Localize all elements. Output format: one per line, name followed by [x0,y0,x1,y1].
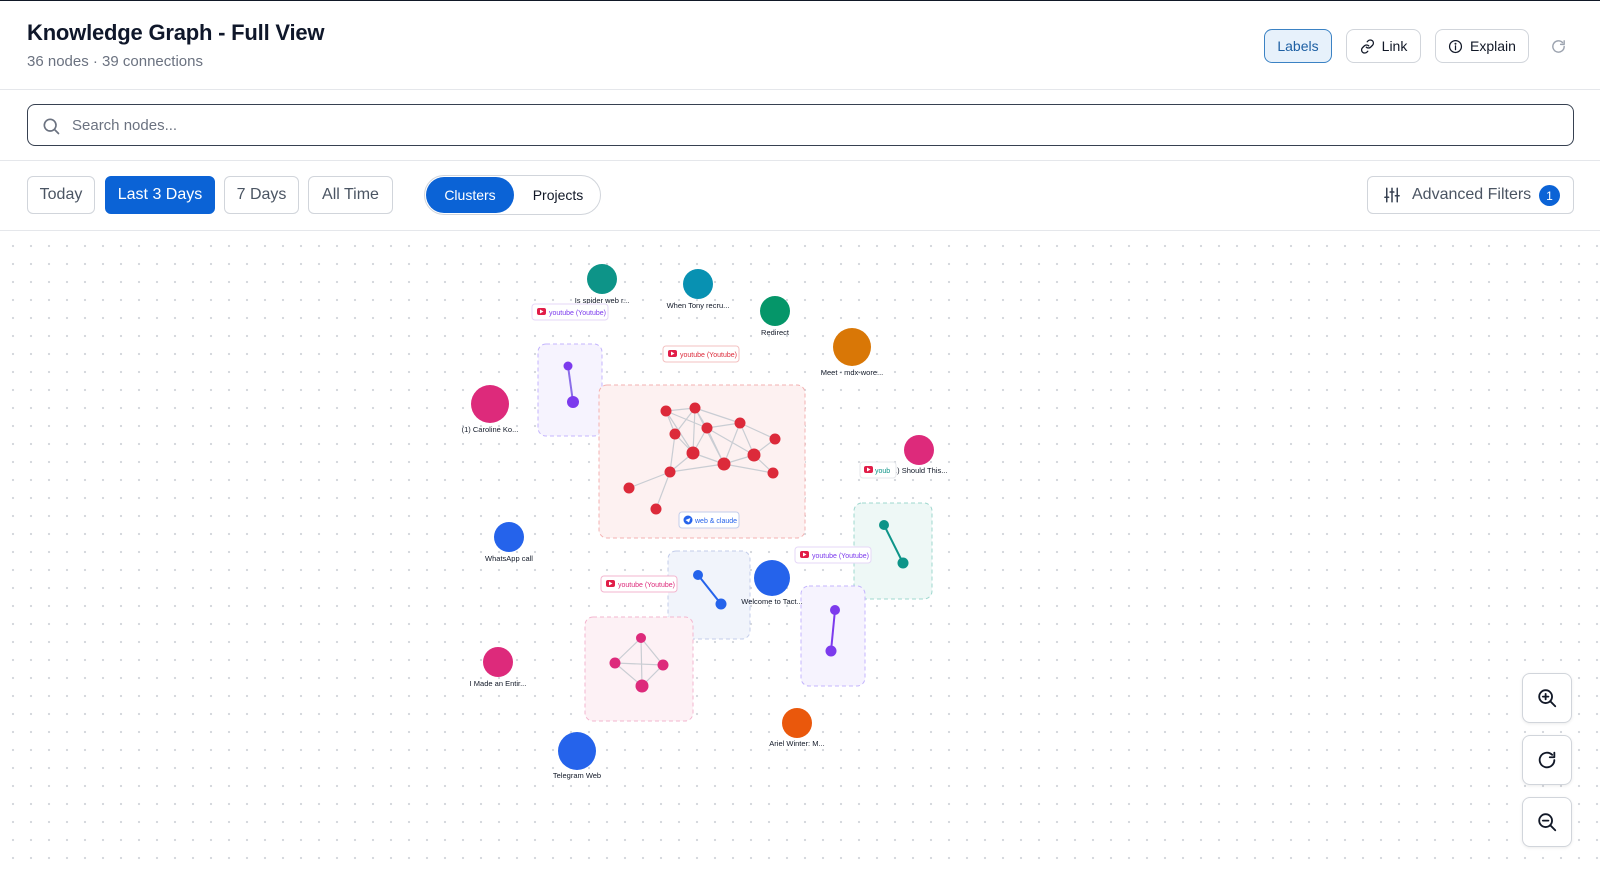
node-telegram-web[interactable] [558,732,596,770]
node-red-3[interactable] [734,417,746,429]
node-label-redirect: Redirect [761,328,790,337]
node-purple-3[interactable] [830,605,840,615]
refresh-button[interactable] [1546,34,1570,58]
advanced-filters-button[interactable]: Advanced Filters 1 [1367,176,1574,214]
cluster-tag-web-claude[interactable]: web & claude [678,511,740,529]
explain-button[interactable]: Explain [1435,29,1529,63]
link-button[interactable]: Link [1346,29,1421,63]
search-icon [43,118,60,135]
node-red-13[interactable] [650,503,662,515]
node-blue-2[interactable] [715,598,727,610]
labels-button-label: Labels [1277,38,1319,54]
zoom-in-icon [1538,689,1557,708]
reset-icon [1538,751,1556,769]
node-label-should-this: (1) Should This... [891,466,948,475]
node-label-ariel-winter: Ariel Winter: M... [769,739,824,748]
header: Knowledge Graph - Full View 36 nodes · 3… [0,1,1600,90]
node-spider-web[interactable] [587,264,617,294]
graph-stats: 36 nodes · 39 connections [27,53,203,70]
search-input[interactable] [72,111,1552,139]
cluster-tag-label: youtube (Youtube) [549,310,606,317]
node-label-tony: When Tony recru... [667,301,730,310]
node-pink-4[interactable] [635,679,649,693]
time-filter-last-3-days[interactable]: Last 3 Days [105,176,215,214]
cluster-tag-label: web & claude [694,518,737,525]
node-tony[interactable] [683,269,713,299]
view-mode-toggle: Clusters Projects [424,175,601,215]
node-meet[interactable] [833,328,871,366]
node-red-5[interactable] [669,428,681,440]
cluster-tag-youtube-top[interactable]: youtube (Youtube) [531,303,609,321]
node-red-10[interactable] [664,466,676,478]
labels-toggle-button[interactable]: Labels [1264,29,1332,63]
node-redirect[interactable] [760,296,790,326]
node-welcome-tact[interactable] [754,560,790,596]
cluster-tag-youtube-purple[interactable]: youtube (Youtube) [794,546,872,564]
node-red-8[interactable] [747,448,761,462]
search-box [27,104,1574,146]
filter-bar: Today Last 3 Days 7 Days All Time Cluste… [0,161,1600,231]
view-projects-button[interactable]: Projects [519,177,597,213]
node-red-4[interactable] [701,422,713,434]
node-purple-1[interactable] [563,361,573,371]
cluster-tag-label: youtube (Youtube) [618,582,675,589]
link-icon [1360,38,1374,54]
search-bar [0,90,1600,161]
info-icon [1448,39,1463,53]
node-red-1[interactable] [660,405,672,417]
node-label-made-entire: I Made an Entir... [470,679,527,688]
node-red-12[interactable] [623,482,635,494]
zoom-out-button[interactable] [1522,797,1572,847]
explain-button-label: Explain [1470,38,1516,54]
node-label-telegram-web: Telegram Web [553,771,601,780]
cluster-tag-label: youtube (Youtube) [680,352,737,359]
node-pink-2[interactable] [609,657,621,669]
node-purple-2[interactable] [567,396,579,408]
cluster-box-purple-top [537,343,603,437]
node-label-whatsapp: WhatsApp call [485,554,533,563]
advanced-filters-label: Advanced Filters [1412,186,1532,203]
knowledge-graph[interactable]: Is spider web r... When Tony recru... Re… [0,231,1600,874]
node-red-2[interactable] [689,402,701,414]
cluster-tag-youtube-red[interactable]: youtube (Youtube) [662,345,740,363]
node-teal-2[interactable] [897,557,909,569]
view-clusters-button[interactable]: Clusters [426,177,514,213]
node-purple-4[interactable] [825,645,837,657]
node-label-welcome-tact: Welcome to Tact... [741,597,802,606]
node-pink-3[interactable] [657,659,669,671]
node-label-meet: Meet - mdx-wore... [821,368,884,377]
reset-view-button[interactable] [1522,735,1572,785]
node-label-caroline: (1) Caroline Ko... [462,425,519,434]
graph-canvas[interactable]: Is spider web r... When Tony recru... Re… [0,231,1600,874]
node-made-entire[interactable] [483,647,513,677]
cluster-tag-label: youtube (Youtube) [812,553,869,560]
node-red-11[interactable] [767,467,779,479]
node-red-9[interactable] [717,457,731,471]
node-whatsapp[interactable] [494,522,524,552]
node-pink-1[interactable] [636,633,646,643]
time-filter-7-days[interactable]: 7 Days [224,176,299,214]
cluster-tag-youtube-pink[interactable]: youtube (Youtube) [600,575,678,593]
active-filter-count-badge: 1 [1539,185,1560,206]
node-red-6[interactable] [769,433,781,445]
sliders-icon [1384,187,1400,203]
node-blue-1[interactable] [693,570,703,580]
time-filter-all-time[interactable]: All Time [308,176,393,214]
page-title: Knowledge Graph - Full View [27,20,325,45]
zoom-out-icon [1538,813,1557,832]
refresh-icon [1551,39,1565,53]
time-filter-today[interactable]: Today [27,176,95,214]
node-red-7[interactable] [686,446,700,460]
link-button-label: Link [1381,38,1408,54]
node-ariel-winter[interactable] [782,708,812,738]
node-should-this[interactable] [904,435,934,465]
node-teal-1[interactable] [879,520,889,530]
node-caroline[interactable] [471,385,509,423]
cluster-tag-youtube-teal[interactable]: youb [859,461,897,479]
cluster-box-pink [584,616,694,722]
cluster-tag-label: youb [875,468,890,475]
zoom-in-button[interactable] [1522,673,1572,723]
